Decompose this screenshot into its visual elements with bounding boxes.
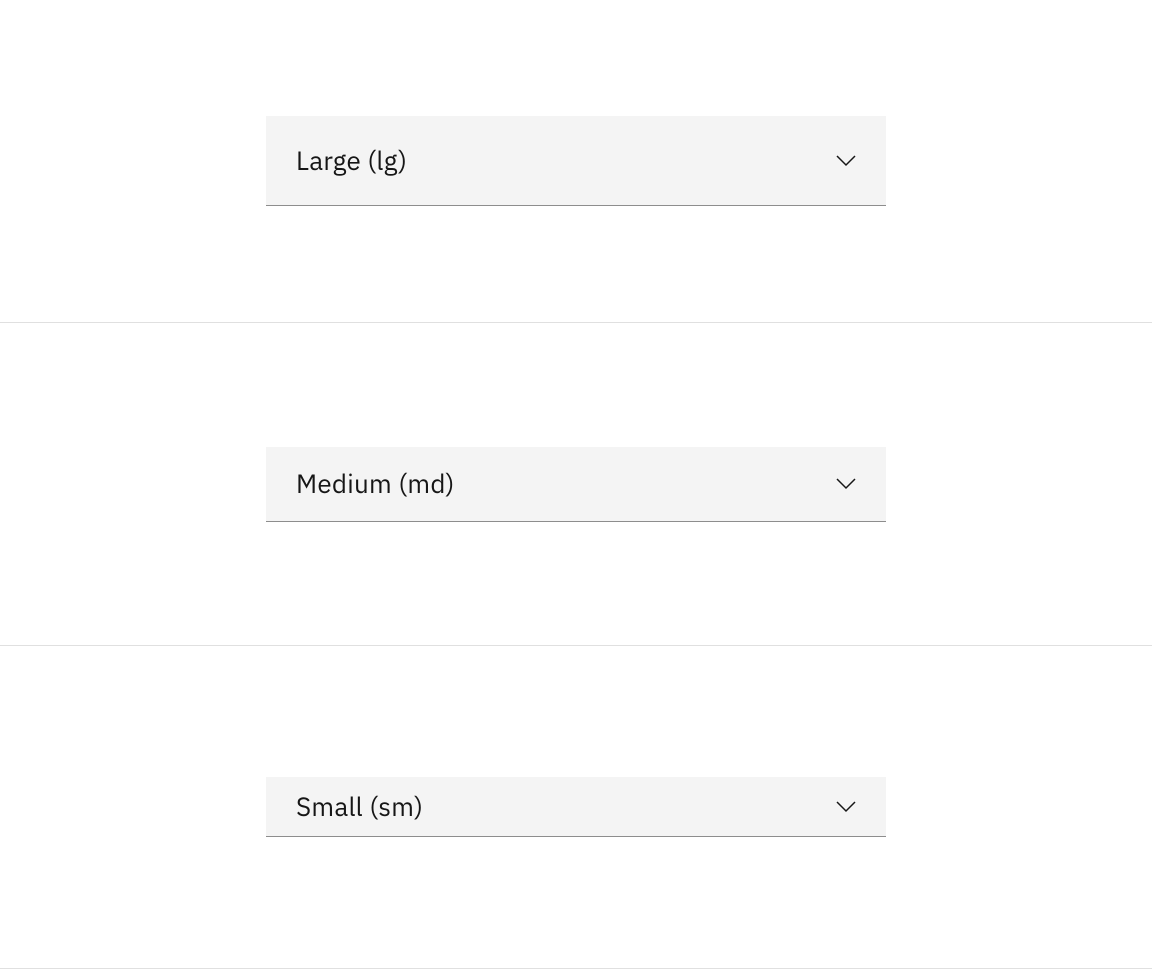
dropdown-label: Medium (md) <box>296 467 455 501</box>
dropdown-label: Large (lg) <box>296 144 407 178</box>
dropdown-large[interactable]: Large (lg) <box>266 116 886 206</box>
section-small: Small (sm) <box>0 646 1152 969</box>
dropdown-medium[interactable]: Medium (md) <box>266 447 886 522</box>
chevron-down-icon <box>836 155 856 167</box>
dropdown-small[interactable]: Small (sm) <box>266 777 886 837</box>
chevron-down-icon <box>836 478 856 490</box>
dropdown-label: Small (sm) <box>296 790 423 824</box>
section-medium: Medium (md) <box>0 323 1152 646</box>
section-large: Large (lg) <box>0 0 1152 323</box>
chevron-down-icon <box>836 801 856 813</box>
